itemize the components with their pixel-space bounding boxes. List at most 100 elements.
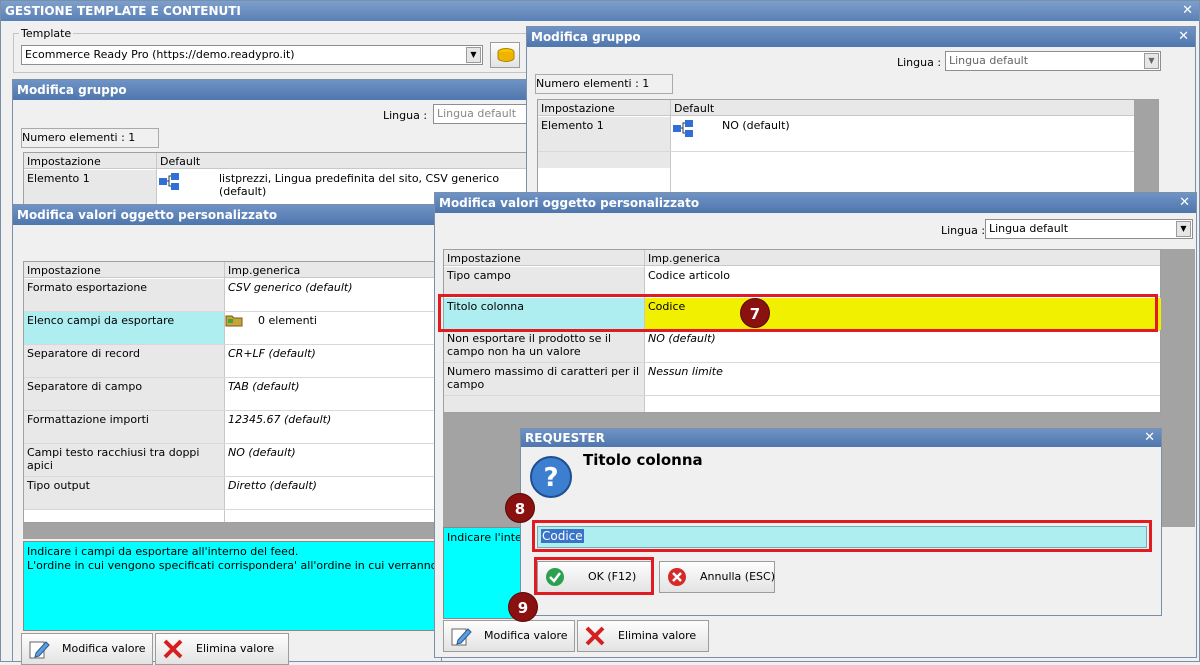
requester-title-bar: REQUESTER ✕ bbox=[521, 429, 1161, 447]
group-right-scroll-area bbox=[1134, 100, 1158, 194]
chevron-down-icon[interactable]: ▼ bbox=[466, 47, 481, 63]
template-select[interactable]: Ecommerce Ready Pro (https://demo.readyp… bbox=[21, 45, 483, 65]
object-left-row-value[interactable]: Diretto (default) bbox=[225, 477, 320, 494]
group-right-row-value[interactable]: NO (default) bbox=[719, 117, 793, 134]
object-right-row-label: Numero massimo di caratteri per il campo bbox=[444, 363, 644, 395]
group-right-grid: Impostazione Default Elemento 1 NO (defa… bbox=[537, 99, 1159, 195]
object-right-scroll-side bbox=[1161, 249, 1195, 413]
object-left-row-value[interactable]: TAB (default) bbox=[225, 378, 303, 395]
object-left-header-generic: Imp.generica bbox=[228, 264, 301, 277]
group-left-title: Modifica gruppo bbox=[17, 83, 127, 97]
annotation-highlight-input bbox=[532, 520, 1152, 552]
step-badge-7: 7 bbox=[740, 298, 770, 328]
step-badge-8: 8 bbox=[505, 493, 535, 523]
object-left-row-label: Formattazione importi bbox=[24, 411, 224, 443]
requester-title: REQUESTER bbox=[525, 431, 605, 445]
group-right-header-default: Default bbox=[674, 102, 715, 115]
object-left-row-label: Tipo output bbox=[24, 477, 224, 509]
object-left-row-value[interactable]: CR+LF (default) bbox=[225, 345, 319, 362]
object-left-row-label: Formato esportazione bbox=[24, 279, 224, 311]
object-window-left: Modifica valori oggetto personalizzato I… bbox=[12, 204, 443, 665]
object-left-row-value[interactable]: NO (default) bbox=[225, 444, 299, 461]
annotation-highlight-titolo-row bbox=[438, 294, 1158, 332]
object-left-description-line1: Indicare i campi da esportare all'intern… bbox=[27, 545, 299, 558]
object-right-title-bar: Modifica valori oggetto personalizzato ✕ bbox=[435, 193, 1196, 213]
edit-value-button-right[interactable]: Modifica valore bbox=[443, 620, 575, 652]
close-icon[interactable]: ✕ bbox=[1144, 429, 1155, 447]
group-right-title-bar: Modifica gruppo ✕ bbox=[527, 27, 1195, 47]
object-left-row-label: Separatore di record bbox=[24, 345, 224, 377]
object-left-title: Modifica valori oggetto personalizzato bbox=[17, 208, 278, 222]
database-icon bbox=[497, 48, 515, 62]
delete-value-label: Elimina valore bbox=[618, 629, 697, 642]
object-left-description-line2: L'ordine in cui vengono specificati corr… bbox=[27, 559, 442, 572]
question-icon: ? bbox=[530, 456, 572, 498]
close-icon[interactable]: ✕ bbox=[1182, 1, 1193, 21]
cancel-button[interactable]: Annulla (ESC) bbox=[659, 561, 775, 593]
object-left-description: Indicare i campi da esportare all'intern… bbox=[23, 541, 443, 631]
group-right-header-setting: Impostazione bbox=[541, 102, 615, 115]
object-right-lingua-select[interactable]: Lingua default ▼ bbox=[985, 219, 1193, 239]
group-right-lingua-value: Lingua default bbox=[949, 54, 1029, 67]
delete-value-label: Elimina valore bbox=[196, 642, 275, 655]
group-left-count: Numero elementi : 1 bbox=[21, 128, 159, 148]
object-right-title: Modifica valori oggetto personalizzato bbox=[439, 196, 700, 210]
group-right-lingua-select[interactable]: Lingua default ▼ bbox=[945, 51, 1161, 71]
edit-value-label: Modifica valore bbox=[62, 642, 146, 655]
object-left-grid: Impostazione Imp.generica Formato esport… bbox=[23, 261, 443, 523]
group-left-row-label: Elemento 1 bbox=[24, 170, 156, 204]
step-badge-9: 9 bbox=[508, 592, 538, 622]
template-select-value: Ecommerce Ready Pro (https://demo.readyp… bbox=[25, 48, 295, 61]
delete-x-icon bbox=[585, 626, 605, 646]
edit-icon bbox=[29, 641, 50, 659]
database-button[interactable] bbox=[490, 42, 520, 68]
group-right-count: Numero elementi : 1 bbox=[535, 74, 673, 94]
object-right-description-text: Indicare l'intesta bbox=[447, 531, 522, 544]
object-left-header-setting: Impostazione bbox=[27, 264, 101, 277]
main-title-bar: GESTIONE TEMPLATE E CONTENUTI ✕ bbox=[1, 1, 1199, 21]
group-window-right: Modifica gruppo ✕ Lingua : Lingua defaul… bbox=[526, 26, 1196, 196]
object-right-row-value[interactable]: Nessun limite bbox=[645, 363, 726, 380]
group-right-row-label: Elemento 1 bbox=[538, 117, 670, 151]
object-right-row-label: Non esportare il prodotto se il campo no… bbox=[444, 330, 644, 362]
edit-value-button-left[interactable]: Modifica valore bbox=[21, 633, 153, 665]
object-right-row-value[interactable]: Codice articolo bbox=[645, 267, 733, 284]
object-right-row-value[interactable]: NO (default) bbox=[645, 330, 719, 347]
delete-value-button-right[interactable]: Elimina valore bbox=[577, 620, 709, 652]
object-left-row-value[interactable]: 12345.67 (default) bbox=[225, 411, 334, 428]
group-right-lingua-label: Lingua : bbox=[897, 56, 942, 69]
close-icon[interactable]: ✕ bbox=[1179, 193, 1190, 213]
group-left-header-default: Default bbox=[160, 155, 201, 168]
object-left-scroll-area bbox=[23, 523, 443, 539]
folder-icon[interactable] bbox=[225, 313, 243, 327]
edit-value-label: Modifica valore bbox=[484, 629, 568, 642]
template-label: Template bbox=[19, 27, 74, 40]
object-left-row-value-selected[interactable]: 0 elementi bbox=[255, 312, 320, 329]
cancel-icon bbox=[668, 568, 686, 586]
group-left-title-bar: Modifica gruppo bbox=[13, 80, 551, 100]
requester-heading: Titolo colonna bbox=[583, 451, 703, 469]
close-icon[interactable]: ✕ bbox=[1178, 27, 1189, 47]
chevron-down-icon[interactable]: ▼ bbox=[1176, 221, 1191, 237]
object-right-header-setting: Impostazione bbox=[447, 252, 521, 265]
group-right-grid-header bbox=[538, 100, 1158, 116]
object-right-lingua-label: Lingua : bbox=[941, 224, 986, 237]
object-right-row-label: Tipo campo bbox=[444, 267, 644, 295]
object-left-title-bar: Modifica valori oggetto personalizzato bbox=[13, 205, 441, 225]
group-window-left: Modifica gruppo Lingua : Lingua default … bbox=[12, 79, 553, 209]
annotation-highlight-ok bbox=[534, 557, 654, 595]
object-left-row-value[interactable]: CSV generico (default) bbox=[225, 279, 356, 296]
object-right-grid-header bbox=[444, 250, 1160, 266]
delete-x-icon bbox=[163, 639, 183, 659]
group-right-title: Modifica gruppo bbox=[531, 30, 641, 44]
group-left-lingua-label: Lingua : bbox=[383, 109, 428, 122]
group-left-lingua-value: Lingua default bbox=[437, 107, 517, 120]
delete-value-button-left[interactable]: Elimina valore bbox=[155, 633, 289, 665]
edit-icon bbox=[451, 628, 472, 646]
tree-icon[interactable] bbox=[158, 173, 180, 191]
group-left-header-setting: Impostazione bbox=[27, 155, 101, 168]
object-left-row-label: Campi testo racchiusi tra doppi apici bbox=[24, 444, 224, 476]
chevron-down-icon[interactable]: ▼ bbox=[1144, 53, 1159, 69]
main-title: GESTIONE TEMPLATE E CONTENUTI bbox=[5, 4, 241, 18]
tree-icon[interactable] bbox=[672, 120, 694, 138]
